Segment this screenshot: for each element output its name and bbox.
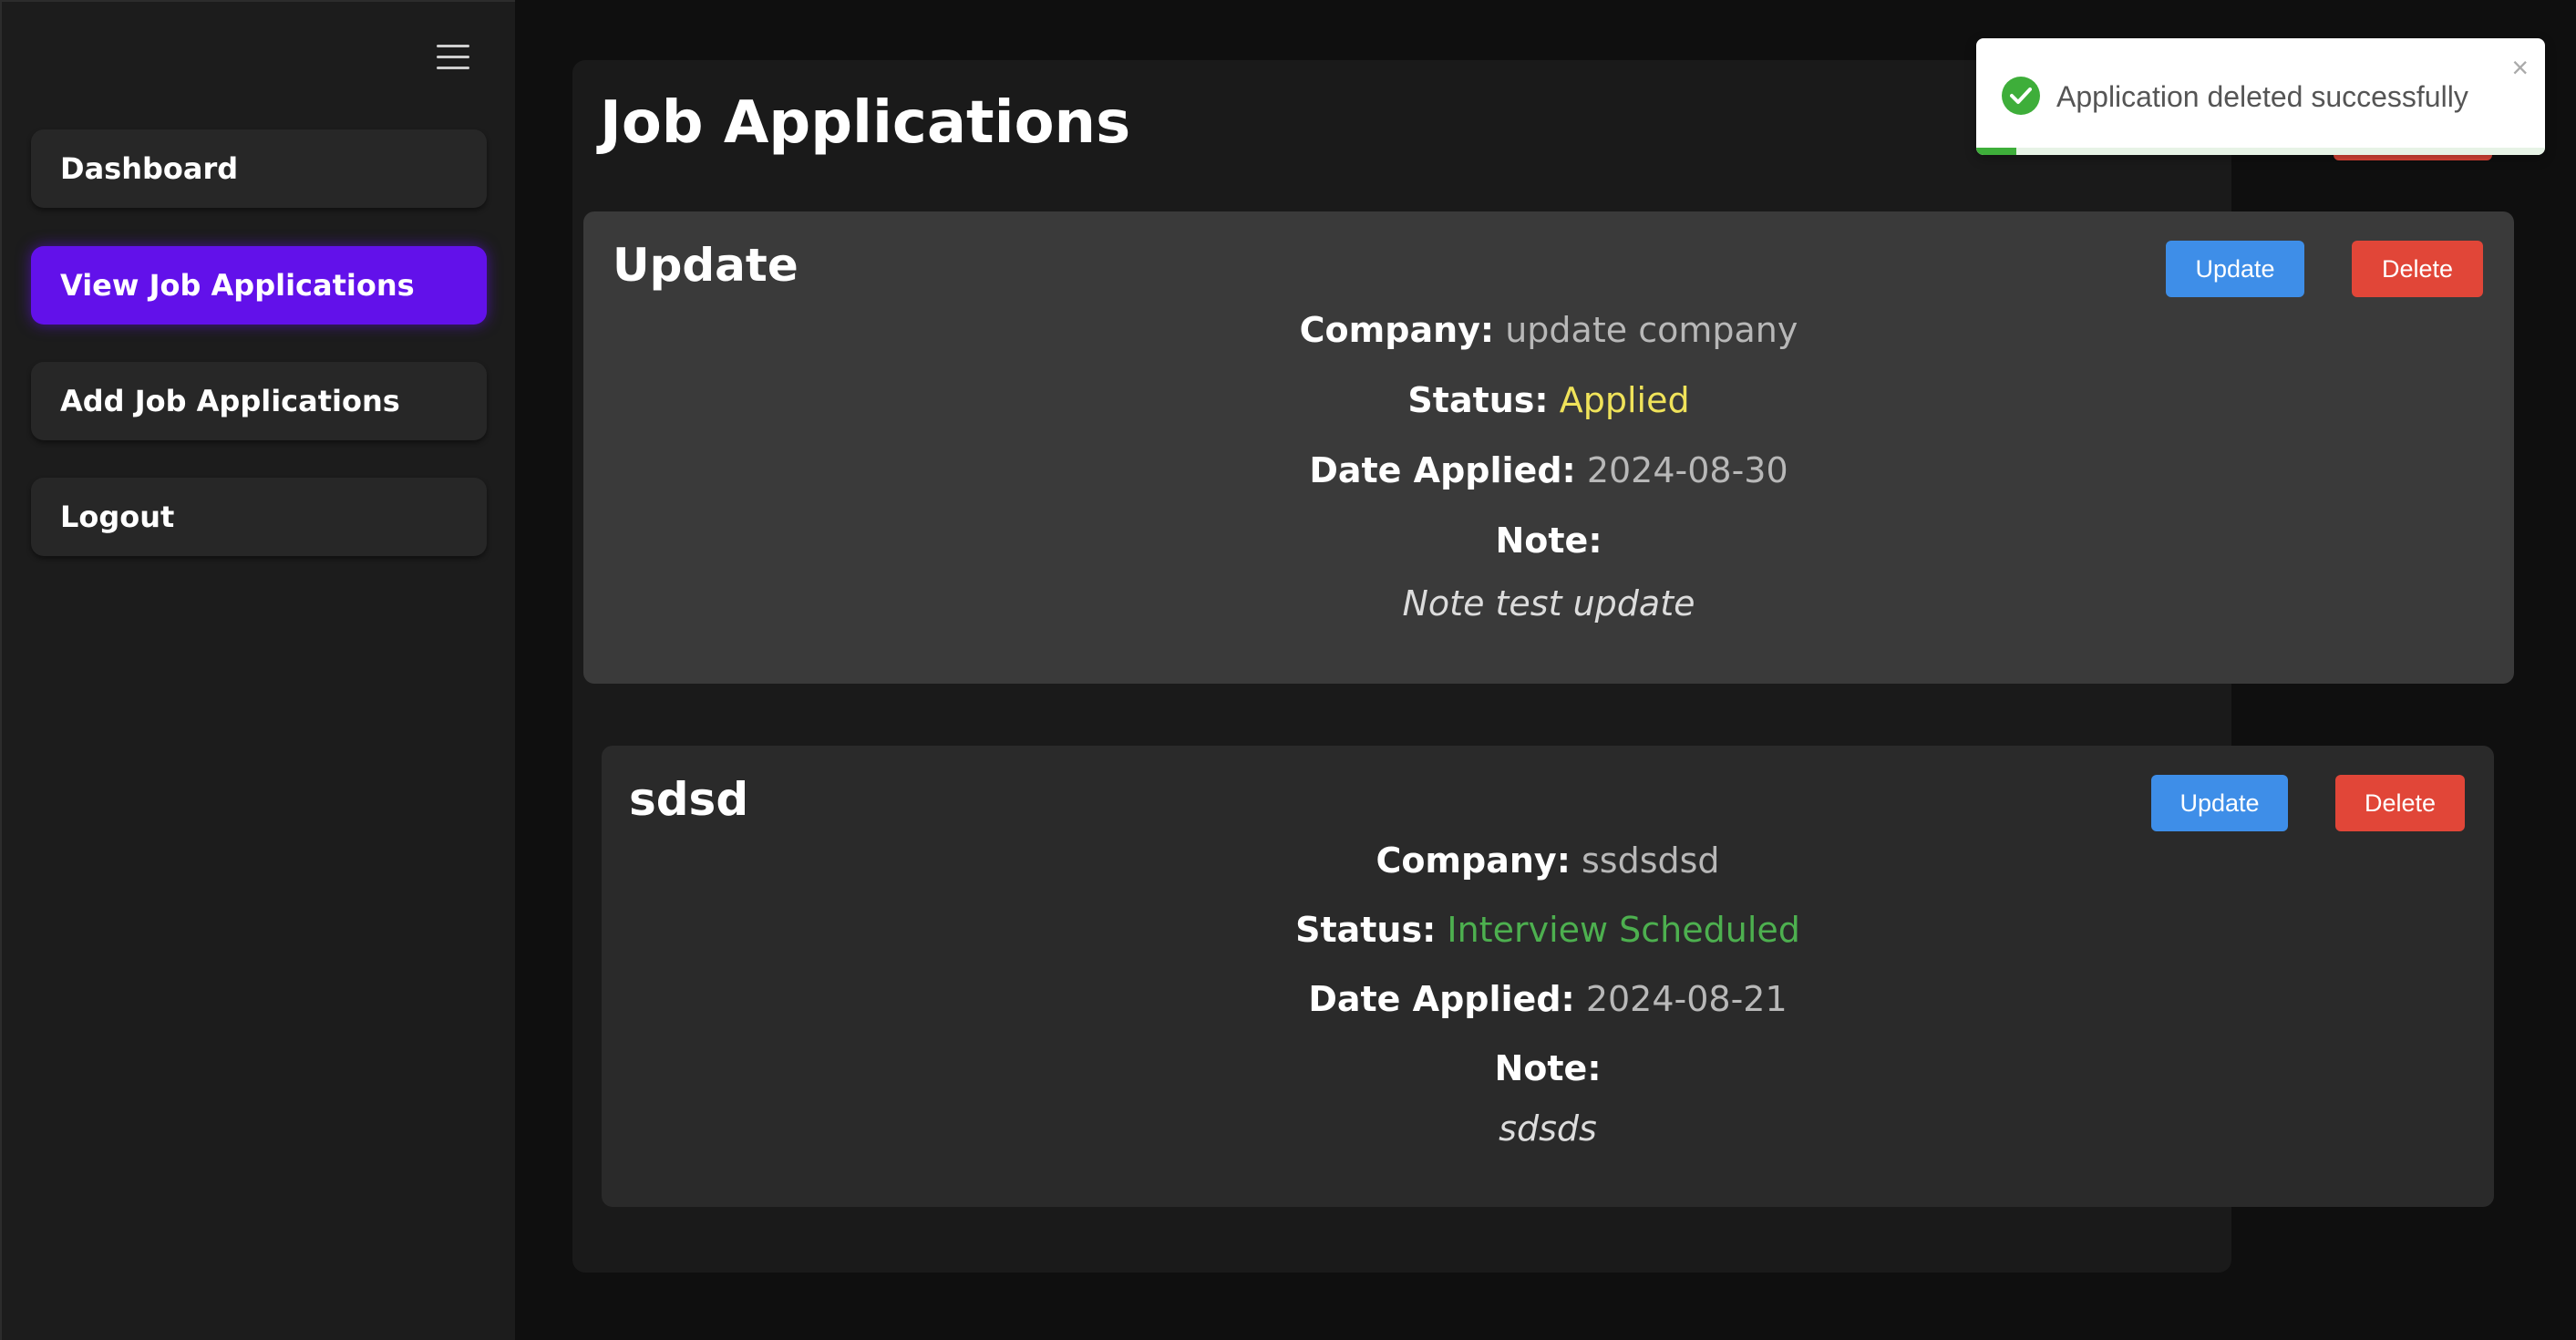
company-row: Company: ssdsdsd	[602, 840, 2494, 881]
hamburger-menu-icon[interactable]	[437, 45, 469, 70]
note-label: Note:	[1495, 521, 1602, 561]
date-label: Date Applied:	[1308, 979, 1575, 1019]
check-circle-icon	[2002, 77, 2040, 115]
status-row: Status: Interview Scheduled	[602, 910, 2494, 950]
status-label: Status:	[1295, 910, 1437, 950]
note-label: Note:	[1494, 1048, 1602, 1088]
note-text: Note test update	[1402, 583, 1695, 624]
toast-progress-bar	[1976, 148, 2016, 155]
toast-notification: Application deleted successfully ×	[1976, 38, 2545, 155]
sidebar-item-add-job-applications[interactable]: Add Job Applications	[31, 362, 487, 440]
date-label: Date Applied:	[1309, 450, 1576, 490]
update-button[interactable]: Update	[2166, 241, 2304, 297]
application-card: Update Update Delete Company: update com…	[583, 211, 2514, 684]
sidebar-item-logout[interactable]: Logout	[31, 478, 487, 556]
status-row: Status: Applied	[583, 380, 2514, 420]
sidebar-item-view-job-applications[interactable]: View Job Applications	[31, 246, 487, 325]
application-title: sdsd	[629, 773, 749, 826]
page-title: Job Applications	[600, 89, 1131, 157]
delete-button[interactable]: Delete	[2352, 241, 2483, 297]
note-row: Note:	[602, 1048, 2494, 1088]
company-label: Company:	[1299, 310, 1495, 350]
close-icon[interactable]: ×	[2511, 51, 2529, 85]
company-row: Company: update company	[583, 310, 2514, 350]
date-value: 2024-08-30	[1586, 450, 1788, 490]
status-value: Applied	[1559, 380, 1690, 420]
update-button[interactable]: Update	[2151, 775, 2288, 831]
sidebar-item-dashboard[interactable]: Dashboard	[31, 129, 487, 208]
delete-button[interactable]: Delete	[2335, 775, 2465, 831]
date-row: Date Applied: 2024-08-21	[602, 979, 2494, 1019]
note-row: Note:	[583, 521, 2514, 561]
toast-message: Application deleted successfully	[2056, 80, 2468, 113]
status-label: Status:	[1407, 380, 1549, 420]
note-text: sdsds	[1499, 1108, 1597, 1149]
status-value: Interview Scheduled	[1447, 910, 1800, 950]
date-value: 2024-08-21	[1585, 979, 1788, 1019]
date-row: Date Applied: 2024-08-30	[583, 450, 2514, 490]
toast-progress-track	[1976, 148, 2545, 155]
application-title: Update	[613, 239, 799, 292]
sidebar: Dashboard View Job Applications Add Job …	[0, 0, 515, 1340]
company-label: Company:	[1376, 840, 1571, 881]
company-value: ssdsdsd	[1581, 840, 1720, 881]
application-card: sdsd Update Delete Company: ssdsdsd Stat…	[602, 746, 2494, 1207]
company-value: update company	[1505, 310, 1798, 350]
